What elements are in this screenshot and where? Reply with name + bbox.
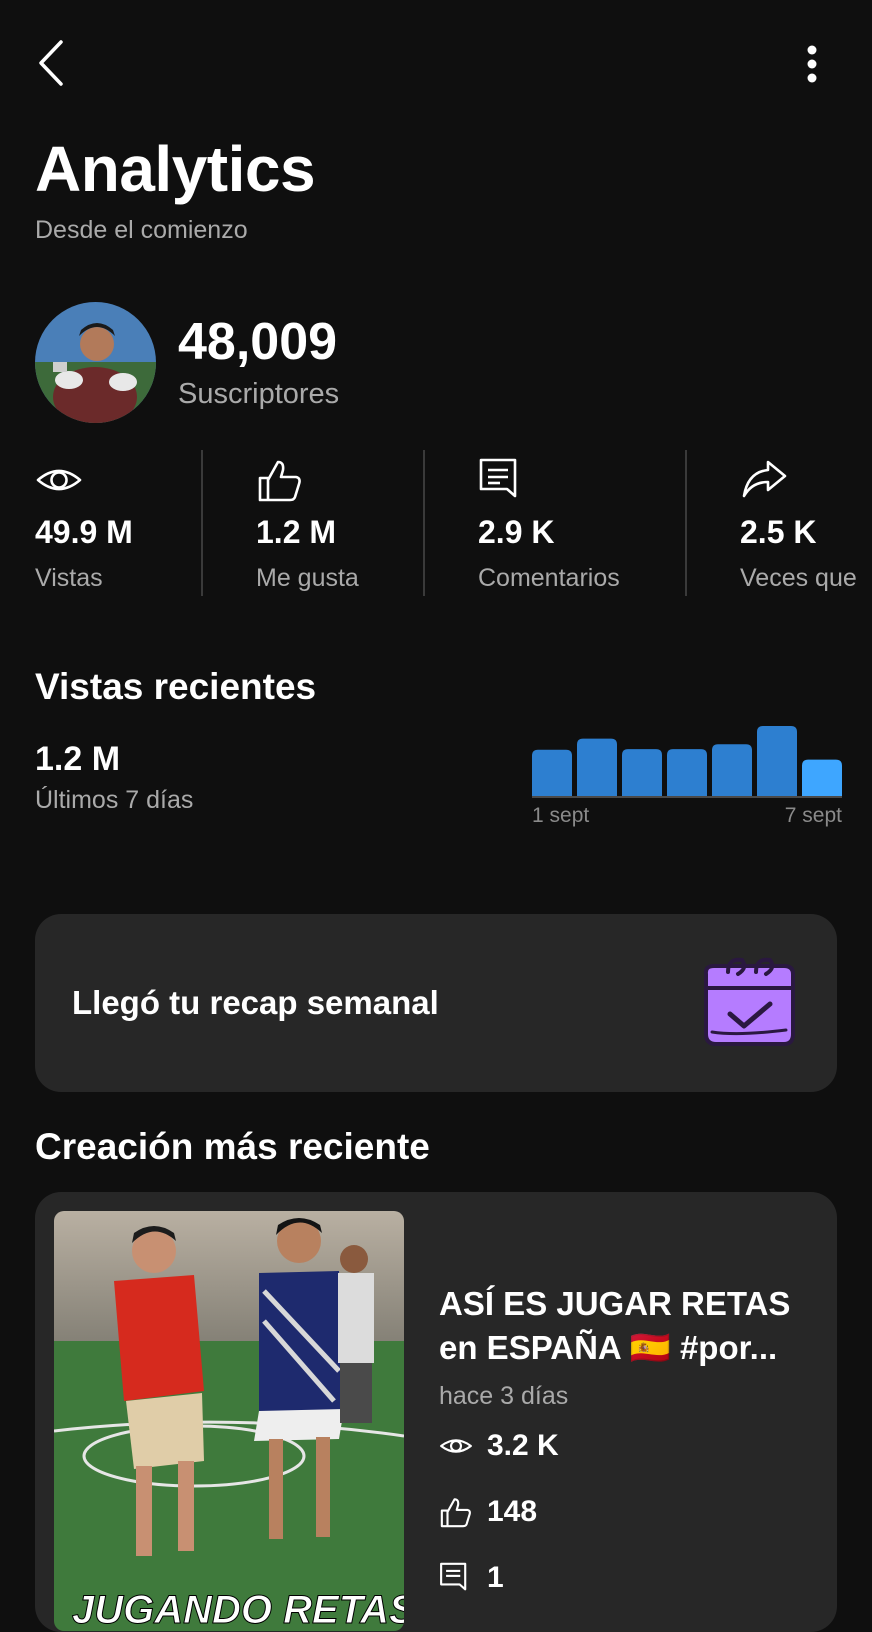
more-vert-icon — [807, 45, 817, 83]
thumbnail-image: JUGANDO RETAS EN — [54, 1211, 404, 1631]
top-bar — [0, 0, 872, 130]
thumbs-up-icon — [258, 460, 301, 502]
chart-bar — [802, 759, 842, 796]
video-likes-value: 148 — [487, 1495, 538, 1528]
latest-creation-title: Creación más reciente — [35, 1126, 430, 1167]
video-title: ASÍ ES JUGAR RETAS en ESPAÑA 🇪🇸 #por... — [439, 1285, 791, 1366]
stat-divider — [423, 450, 425, 596]
subscriber-count: 48,009 — [178, 313, 338, 371]
stat-divider — [201, 450, 203, 596]
chart-bar — [577, 738, 617, 796]
chart-bar — [532, 749, 572, 796]
chevron-left-icon — [39, 40, 63, 86]
chart-bar — [667, 749, 707, 796]
chart-bar — [757, 726, 797, 796]
stat-divider — [685, 450, 687, 596]
stat-label: Me gusta — [256, 564, 359, 592]
video-views: 3.2 K — [439, 1426, 559, 1466]
video-views-value: 3.2 K — [487, 1429, 559, 1462]
channel-avatar[interactable] — [35, 302, 156, 423]
page-title: Analytics — [35, 133, 316, 205]
eye-icon — [440, 1439, 472, 1453]
video-comments-value: 1 — [487, 1561, 504, 1594]
share-icon — [742, 460, 787, 498]
calendar-check-icon — [703, 957, 795, 1046]
stat-value: 2.5 K — [740, 514, 817, 550]
weekly-recap-card[interactable]: Llegó tu recap semanal — [35, 914, 837, 1092]
stat-label: Comentarios — [478, 564, 620, 592]
stat-value: 2.9 K — [478, 514, 555, 550]
latest-video-card[interactable]: JUGANDO RETAS EN ASÍ ES JUGAR RETAS en E… — [35, 1192, 837, 1632]
video-comments: 1 — [439, 1558, 504, 1598]
recent-views-title: Vistas recientes — [35, 666, 317, 707]
chart-tick-label: 7 sept — [785, 804, 842, 827]
page-subtitle: Desde el comienzo — [35, 216, 248, 244]
stat-label: Veces que — [740, 564, 857, 592]
back-button[interactable] — [30, 36, 74, 90]
chart-bar — [622, 749, 662, 796]
video-date: hace 3 días — [439, 1382, 569, 1410]
chart-bar — [712, 744, 752, 796]
avatar-image — [35, 302, 156, 423]
recent-views-chart[interactable]: 1 sept 7 sept — [532, 722, 842, 842]
video-thumbnail[interactable]: JUGANDO RETAS EN — [54, 1211, 404, 1631]
stat-value: 49.9 M — [35, 514, 133, 550]
subscriber-label: Suscriptores — [178, 378, 340, 410]
recent-views-period: Últimos 7 días — [35, 786, 194, 814]
recent-views-value: 1.2 M — [35, 740, 121, 778]
recap-text: Llegó tu recap semanal — [72, 984, 439, 1021]
thumbnail-caption: JUGANDO RETAS EN — [72, 1588, 404, 1631]
eye-icon — [36, 469, 82, 491]
more-options-button[interactable] — [788, 38, 836, 90]
stat-label: Vistas — [35, 564, 103, 592]
stat-value: 1.2 M — [256, 514, 337, 550]
video-likes: 148 — [439, 1492, 537, 1532]
chart-tick-label: 1 sept — [532, 804, 589, 827]
comment-icon — [479, 458, 517, 498]
thumbs-up-icon — [440, 1498, 471, 1528]
stats-row: 49.9 M Vistas 1.2 M Me gusta 2.9 K Comen… — [0, 448, 872, 598]
comment-icon — [440, 1562, 467, 1591]
